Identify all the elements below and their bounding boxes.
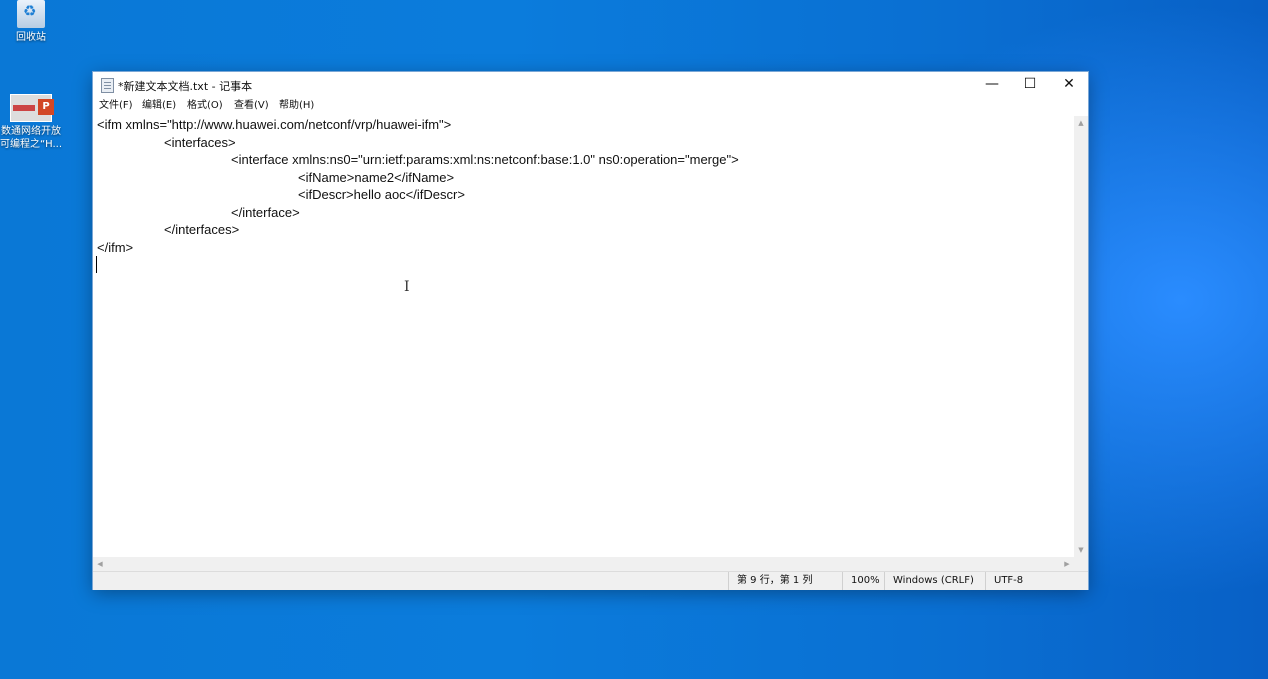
desktop-icon-recycle-bin[interactable]: 回收站: [0, 0, 67, 44]
editor-line: <interface xmlns:ns0="urn:ietf:params:xm…: [231, 152, 739, 167]
desktop-icon-label: 回收站: [16, 32, 46, 43]
editor-line: <ifm xmlns="http://www.huawei.com/netcon…: [97, 117, 452, 132]
scroll-up-icon[interactable]: ▲: [1074, 116, 1088, 130]
scrollbar-corner: [1074, 557, 1088, 571]
status-line-ending: Windows (CRLF): [884, 572, 985, 590]
horizontal-scrollbar[interactable]: ◀ ▶: [93, 557, 1074, 571]
ibeam-cursor-icon: I: [404, 279, 410, 295]
editor-line: <ifName>name2</ifName>: [298, 169, 455, 185]
editor-line: </ifm>: [97, 239, 134, 255]
title-bar[interactable]: *新建文本文档.txt - 记事本 — ☐ ✕: [93, 72, 1088, 98]
close-button[interactable]: ✕: [1050, 72, 1088, 98]
desktop-icon-ppt-file[interactable]: P 数通网络开放 可编程之“H...: [0, 94, 67, 151]
notepad-window: *新建文本文档.txt - 记事本 — ☐ ✕ 文件(F) 编辑(E) 格式(O…: [93, 72, 1088, 590]
desktop-icon-label-line2: 可编程之“H...: [0, 139, 63, 150]
recycle-bin-icon: [17, 0, 45, 28]
status-zoom: 100%: [842, 572, 884, 590]
editor-line: </interfaces>: [164, 222, 240, 237]
editor-line: <ifDescr>hello aoc</ifDescr>: [298, 187, 465, 202]
scroll-left-icon[interactable]: ◀: [93, 557, 107, 571]
ppt-badge: P: [38, 99, 54, 115]
status-encoding: UTF-8: [985, 572, 1074, 590]
text-editor-area[interactable]: <ifm xmlns="http://www.huawei.com/netcon…: [93, 116, 1074, 557]
window-title: *新建文本文档.txt - 记事本: [118, 80, 253, 93]
desktop-icon-label-line1: 数通网络开放: [1, 126, 61, 137]
status-bar: 第 9 行，第 1 列 100% Windows (CRLF) UTF-8: [93, 571, 1088, 590]
scroll-down-icon[interactable]: ▼: [1074, 543, 1088, 557]
menu-format[interactable]: 格式(O): [187, 99, 223, 113]
powerpoint-file-icon: P: [10, 94, 54, 122]
minimize-button[interactable]: —: [973, 72, 1011, 98]
vertical-scrollbar[interactable]: ▲ ▼: [1074, 116, 1088, 557]
maximize-button[interactable]: ☐: [1011, 72, 1049, 98]
menu-bar: 文件(F) 编辑(E) 格式(O) 查看(V) 帮助(H): [93, 98, 1088, 116]
menu-help[interactable]: 帮助(H): [279, 99, 314, 113]
text-caret: [96, 256, 97, 273]
editor-line: <interfaces>: [164, 134, 236, 150]
status-cursor-position: 第 9 行，第 1 列: [728, 572, 842, 590]
notepad-app-icon: [101, 78, 114, 93]
menu-file[interactable]: 文件(F): [99, 99, 133, 113]
menu-edit[interactable]: 编辑(E): [142, 99, 176, 113]
editor-line: </interface>: [231, 204, 300, 220]
scroll-right-icon[interactable]: ▶: [1060, 557, 1074, 571]
menu-view[interactable]: 查看(V): [234, 99, 269, 113]
